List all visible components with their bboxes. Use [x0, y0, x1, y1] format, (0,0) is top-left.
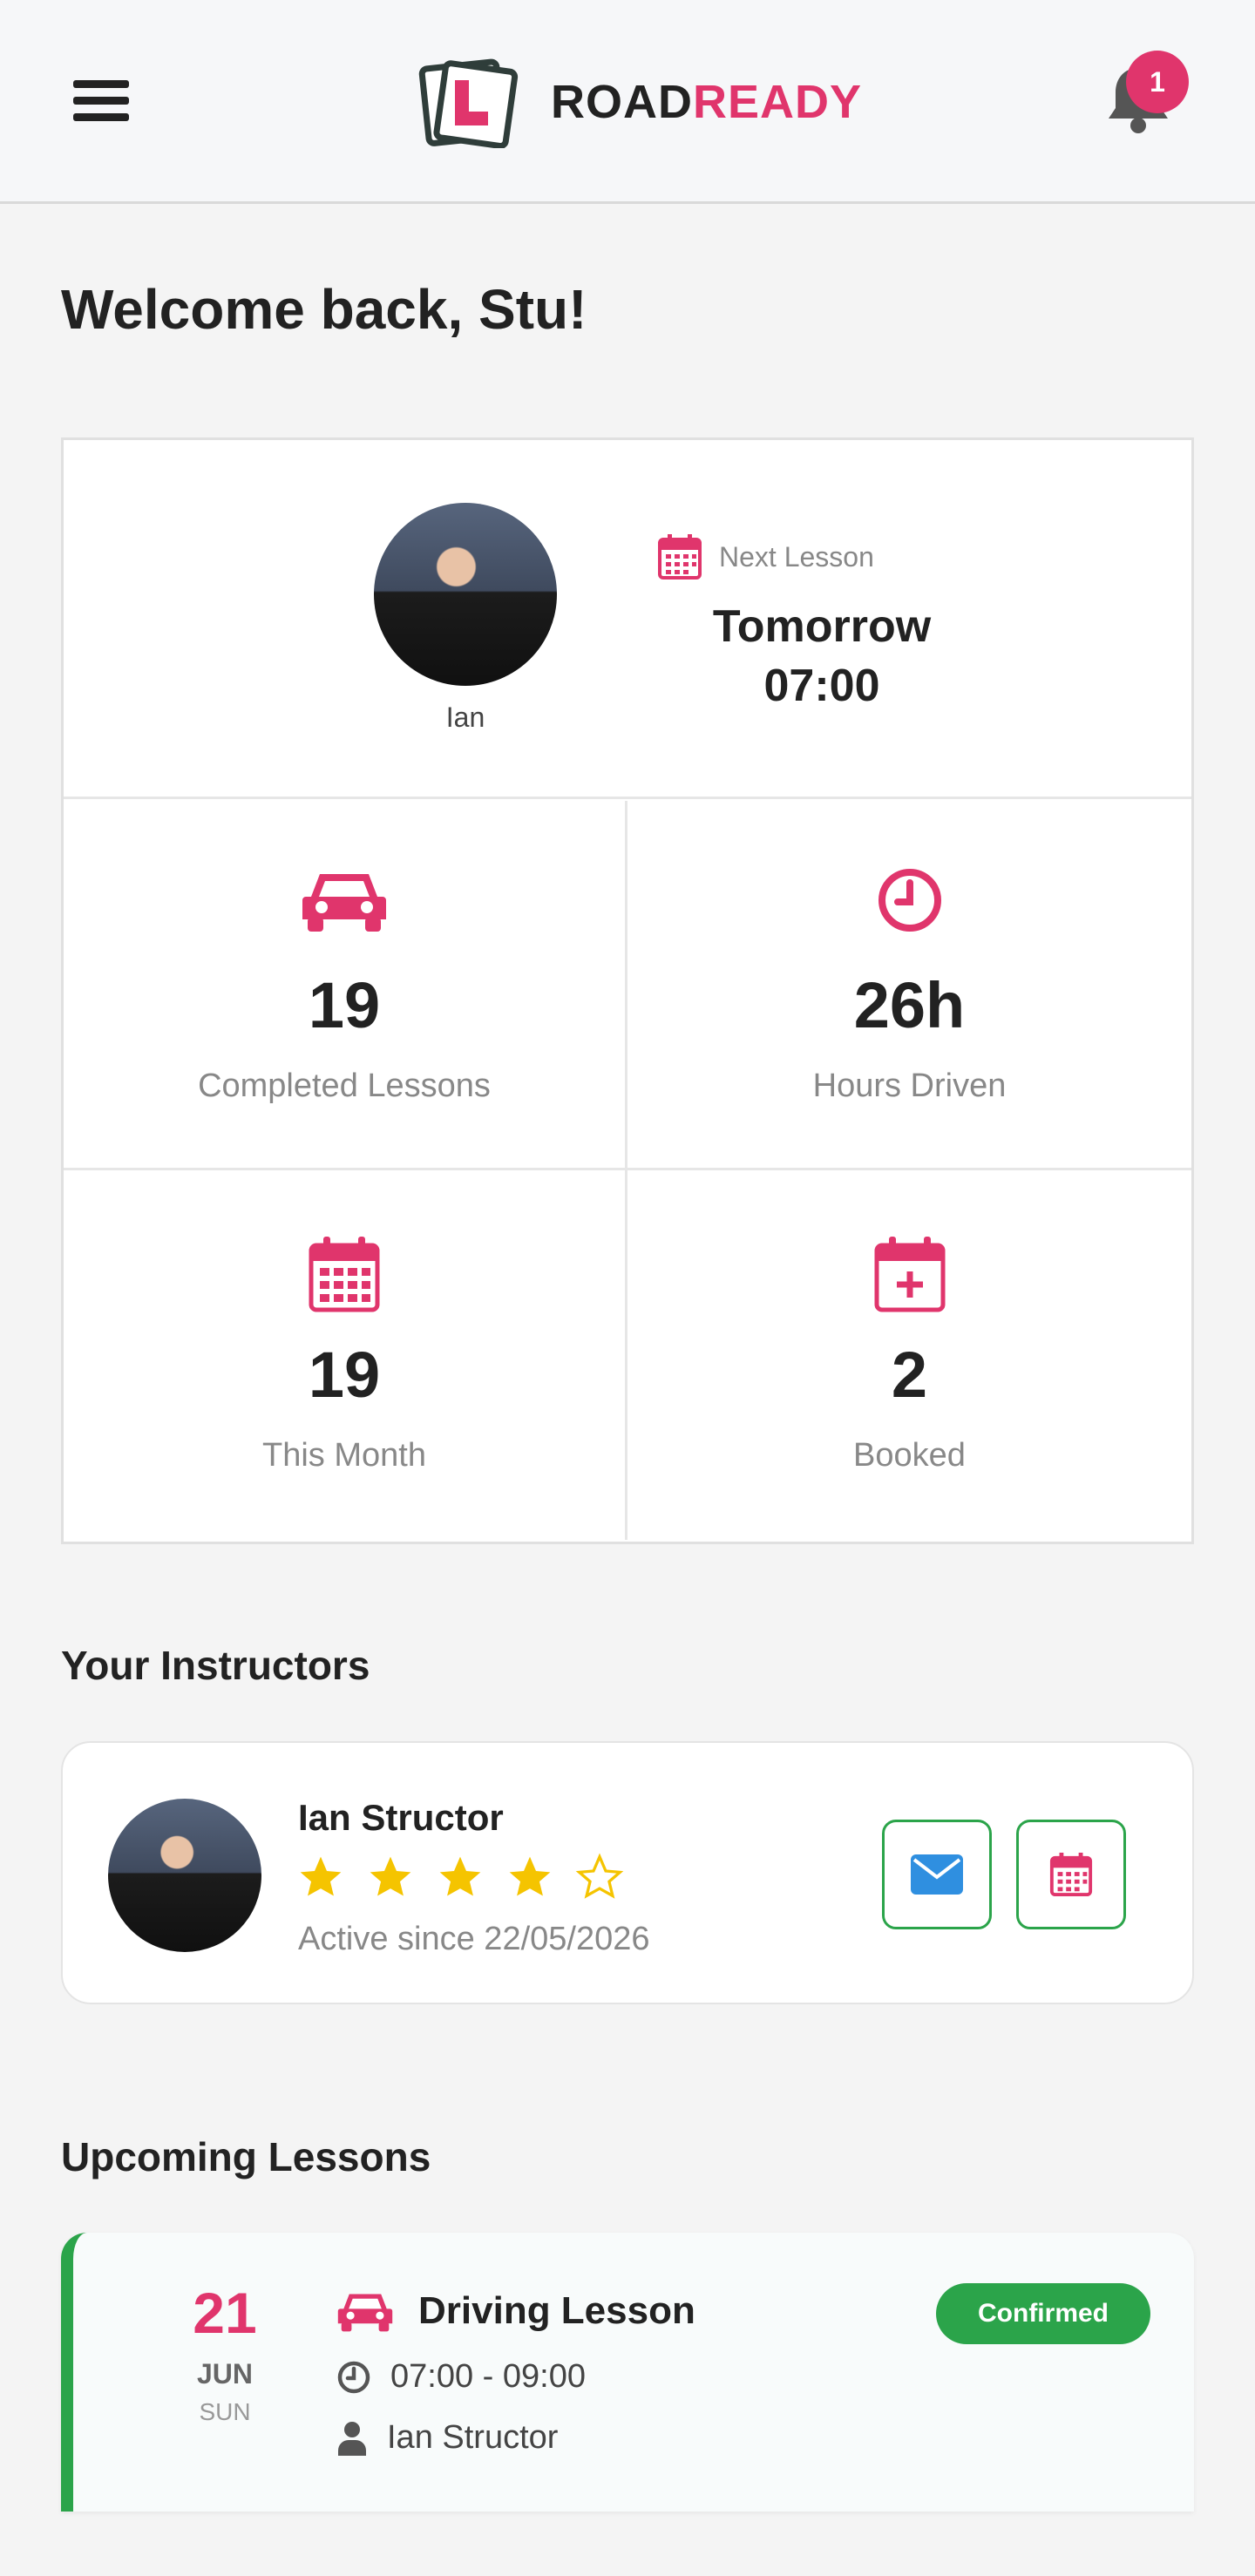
- star-filled-icon: [300, 1856, 342, 1896]
- user-icon: [338, 2421, 366, 2456]
- clock-icon: [878, 869, 941, 932]
- star-filled-icon: [370, 1856, 411, 1896]
- stat-hours-driven: 26h Hours Driven: [628, 801, 1191, 1170]
- car-icon: [337, 2294, 393, 2332]
- lesson-card[interactable]: 21 JUN SUN Driving Lesson 07:00 - 09:00 …: [61, 2233, 1194, 2512]
- lesson-day: 21: [193, 2281, 257, 2345]
- rating-stars: [296, 1853, 624, 1901]
- stat-value: 2: [891, 1339, 928, 1411]
- calendar-plus-icon: [874, 1237, 945, 1312]
- menu-icon[interactable]: [73, 80, 129, 122]
- lesson-weekday: SUN: [199, 2398, 251, 2425]
- star-filled-icon: [439, 1856, 481, 1896]
- instructors-heading: Your Instructors: [61, 1643, 370, 1688]
- top-bar: ROADREADY 1: [0, 0, 1255, 204]
- next-lesson-panel[interactable]: Ian Next Lesson Tomorrow 07:00: [64, 440, 1191, 799]
- lesson-title: Driving Lesson: [336, 2288, 695, 2334]
- logo-icon[interactable]: [417, 58, 521, 148]
- next-lesson-day: Tomorrow: [712, 601, 932, 652]
- brand-name: ROADREADY: [551, 76, 863, 128]
- instructor-card[interactable]: Ian Structor Active since 22/05/2026: [61, 1741, 1194, 2004]
- stat-label: Booked: [853, 1437, 966, 1474]
- stat-this-month: 19 This Month: [64, 1170, 628, 1540]
- instructor-first-name: Ian: [445, 702, 485, 733]
- stat-label: This Month: [262, 1437, 426, 1474]
- star-filled-icon: [509, 1856, 551, 1896]
- upcoming-heading: Upcoming Lessons: [61, 2134, 431, 2179]
- calendar-icon: [309, 1237, 380, 1312]
- calendar-icon: [658, 534, 702, 580]
- lesson-time: 07:00 - 09:00: [336, 2358, 586, 2396]
- lesson-instructor: Ian Structor: [336, 2419, 558, 2457]
- stat-value: 19: [308, 1339, 381, 1411]
- calendar-icon: [1049, 1852, 1093, 1897]
- clock-icon: [337, 2361, 370, 2393]
- active-since: Active since 22/05/2026: [298, 1921, 650, 1957]
- stat-label: Completed Lessons: [198, 1068, 491, 1104]
- stat-completed-lessons: 19 Completed Lessons: [64, 801, 628, 1170]
- lesson-month: JUN: [196, 2358, 253, 2390]
- next-lesson-time: 07:00: [763, 661, 880, 711]
- status-badge: Confirmed: [936, 2283, 1150, 2344]
- message-instructor-button[interactable]: [882, 1820, 992, 1929]
- car-icon: [302, 874, 386, 932]
- avatar: [108, 1799, 261, 1952]
- avatar: [374, 503, 557, 686]
- next-lesson-label: Next Lesson: [656, 532, 874, 581]
- stat-value: 26h: [853, 969, 966, 1041]
- next-lesson-datetime: Tomorrow 07:00: [639, 597, 1005, 715]
- stat-value: 19: [308, 969, 381, 1041]
- stats-card: Ian Next Lesson Tomorrow 07:00 19 Comple…: [61, 437, 1194, 1544]
- star-empty-icon: [575, 1853, 624, 1899]
- stat-booked: 2 Booked: [628, 1170, 1191, 1540]
- notification-badge[interactable]: 1: [1126, 51, 1189, 113]
- instructor-name: Ian Structor: [298, 1797, 504, 1838]
- book-lesson-button[interactable]: [1016, 1820, 1126, 1929]
- envelope-icon: [911, 1854, 963, 1895]
- page-title: Welcome back, Stu!: [61, 278, 587, 341]
- stat-label: Hours Driven: [812, 1068, 1007, 1104]
